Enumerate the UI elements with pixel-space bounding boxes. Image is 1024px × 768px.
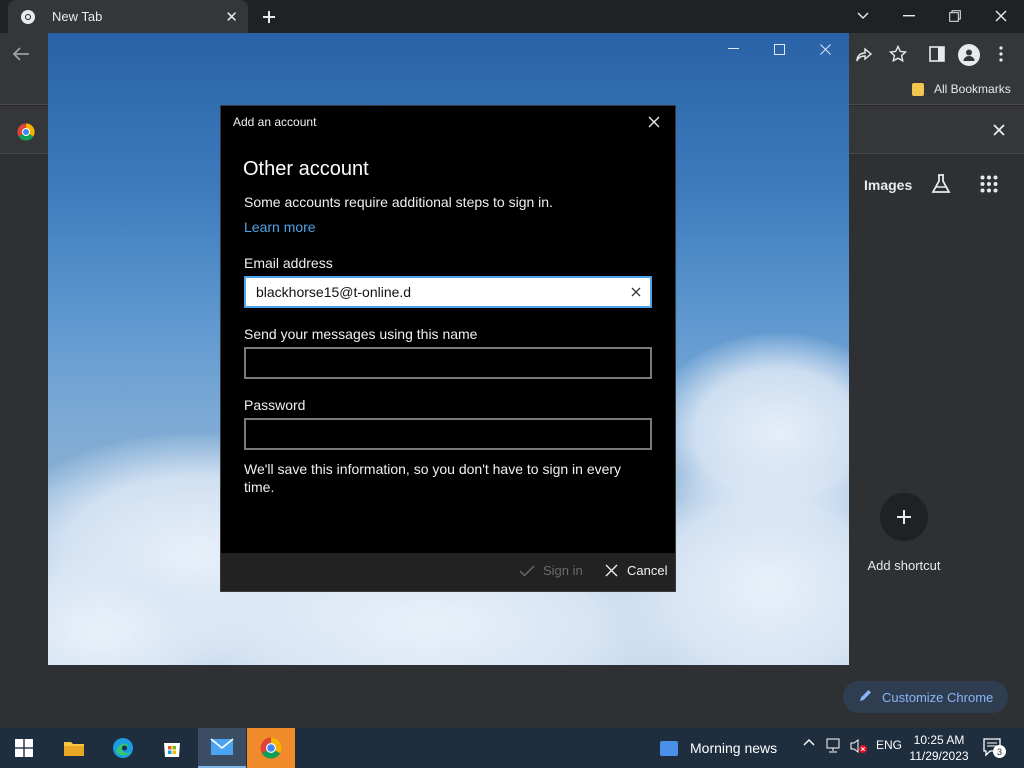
- profile-avatar-icon[interactable]: [958, 44, 980, 66]
- mail-maximize-icon[interactable]: [764, 37, 794, 61]
- dialog-description: Some accounts require additional steps t…: [244, 194, 553, 210]
- google-apps-grid-icon[interactable]: [980, 175, 998, 198]
- dialog-heading: Other account: [243, 158, 369, 180]
- chrome-tab-strip: New Tab ✕: [0, 0, 1024, 33]
- mail-minimize-icon[interactable]: [718, 37, 748, 61]
- images-link[interactable]: Images: [864, 177, 912, 193]
- cancel-button[interactable]: Cancel: [605, 563, 667, 578]
- side-panel-icon[interactable]: [929, 46, 945, 67]
- add-shortcut-button[interactable]: [880, 493, 928, 541]
- system-clock[interactable]: 10:25 AM 11/29/2023: [906, 732, 972, 764]
- language-indicator[interactable]: ENG: [876, 738, 902, 752]
- cancel-x-icon: [605, 564, 618, 577]
- clock-time: 10:25 AM: [913, 733, 965, 747]
- labs-flask-icon[interactable]: [930, 173, 952, 200]
- new-tab-button[interactable]: [258, 6, 280, 28]
- mail-icon[interactable]: [198, 728, 246, 768]
- notification-count-badge: 3: [993, 745, 1006, 758]
- clear-input-icon[interactable]: [630, 286, 642, 298]
- windows-taskbar: Morning news ENG 10:25 AM 11/29/2023 3: [0, 728, 1024, 768]
- news-icon: [660, 740, 678, 756]
- windows-start-icon[interactable]: [0, 728, 48, 768]
- add-shortcut-label: Add shortcut: [867, 558, 941, 573]
- tray-overflow-chevron-icon[interactable]: [803, 738, 815, 746]
- cancel-label: Cancel: [627, 563, 668, 578]
- notification-center-button[interactable]: 3: [982, 737, 1006, 758]
- add-account-dialog: Add an account Other account Some accoun…: [220, 105, 676, 592]
- close-banner-icon[interactable]: [993, 123, 1005, 141]
- edge-icon[interactable]: [99, 728, 147, 768]
- share-icon[interactable]: [855, 46, 873, 69]
- tab-close-icon[interactable]: ✕: [225, 8, 238, 26]
- menu-dots-icon[interactable]: [999, 46, 1003, 67]
- bookmark-star-icon[interactable]: [888, 44, 908, 68]
- all-bookmarks-label: All Bookmarks: [934, 82, 1011, 96]
- email-label: Email address: [244, 255, 333, 271]
- restore-icon[interactable]: [943, 4, 967, 28]
- tab-title: New Tab: [52, 9, 103, 24]
- chrome-icon[interactable]: [247, 728, 295, 768]
- mail-close-icon[interactable]: [810, 37, 840, 61]
- save-info-note: We'll save this information, so you don'…: [244, 461, 622, 495]
- all-bookmarks-button[interactable]: All Bookmarks: [912, 82, 1011, 96]
- email-value: blackhorse15@t-online.d: [256, 284, 412, 300]
- tab-new-tab[interactable]: New Tab ✕: [8, 0, 248, 33]
- plus-icon: [897, 510, 911, 524]
- network-icon[interactable]: [826, 738, 844, 754]
- tab-search-chevron-icon[interactable]: [851, 4, 875, 28]
- password-label: Password: [244, 397, 306, 413]
- news-widget-button[interactable]: Morning news: [660, 728, 777, 768]
- file-explorer-icon[interactable]: [50, 728, 98, 768]
- checkmark-icon: [519, 565, 535, 576]
- folder-icon: [912, 82, 924, 96]
- customize-chrome-button[interactable]: Customize Chrome: [843, 681, 1008, 713]
- dialog-close-icon[interactable]: [645, 113, 663, 131]
- learn-more-link[interactable]: Learn more: [244, 219, 316, 235]
- password-field[interactable]: [244, 418, 652, 450]
- clock-date: 11/29/2023: [909, 749, 969, 763]
- dialog-footer: Sign in Cancel: [221, 553, 675, 591]
- news-label: Morning news: [690, 740, 778, 756]
- sign-in-button[interactable]: Sign in: [519, 563, 583, 578]
- close-window-icon[interactable]: [989, 4, 1013, 28]
- pencil-icon: [859, 689, 872, 705]
- minimize-icon[interactable]: [897, 4, 921, 28]
- customize-chrome-label: Customize Chrome: [882, 689, 994, 705]
- chrome-logo-icon: [17, 123, 35, 146]
- name-label: Send your messages using this name: [244, 326, 478, 342]
- chrome-favicon-icon: [20, 9, 36, 25]
- sign-in-label: Sign in: [543, 563, 583, 578]
- volume-muted-icon[interactable]: [850, 738, 868, 754]
- back-arrow-icon[interactable]: [12, 46, 30, 67]
- name-field[interactable]: [244, 347, 652, 379]
- microsoft-store-icon[interactable]: [148, 728, 196, 768]
- dialog-title: Add an account: [233, 115, 317, 129]
- email-field[interactable]: blackhorse15@t-online.d: [244, 276, 652, 308]
